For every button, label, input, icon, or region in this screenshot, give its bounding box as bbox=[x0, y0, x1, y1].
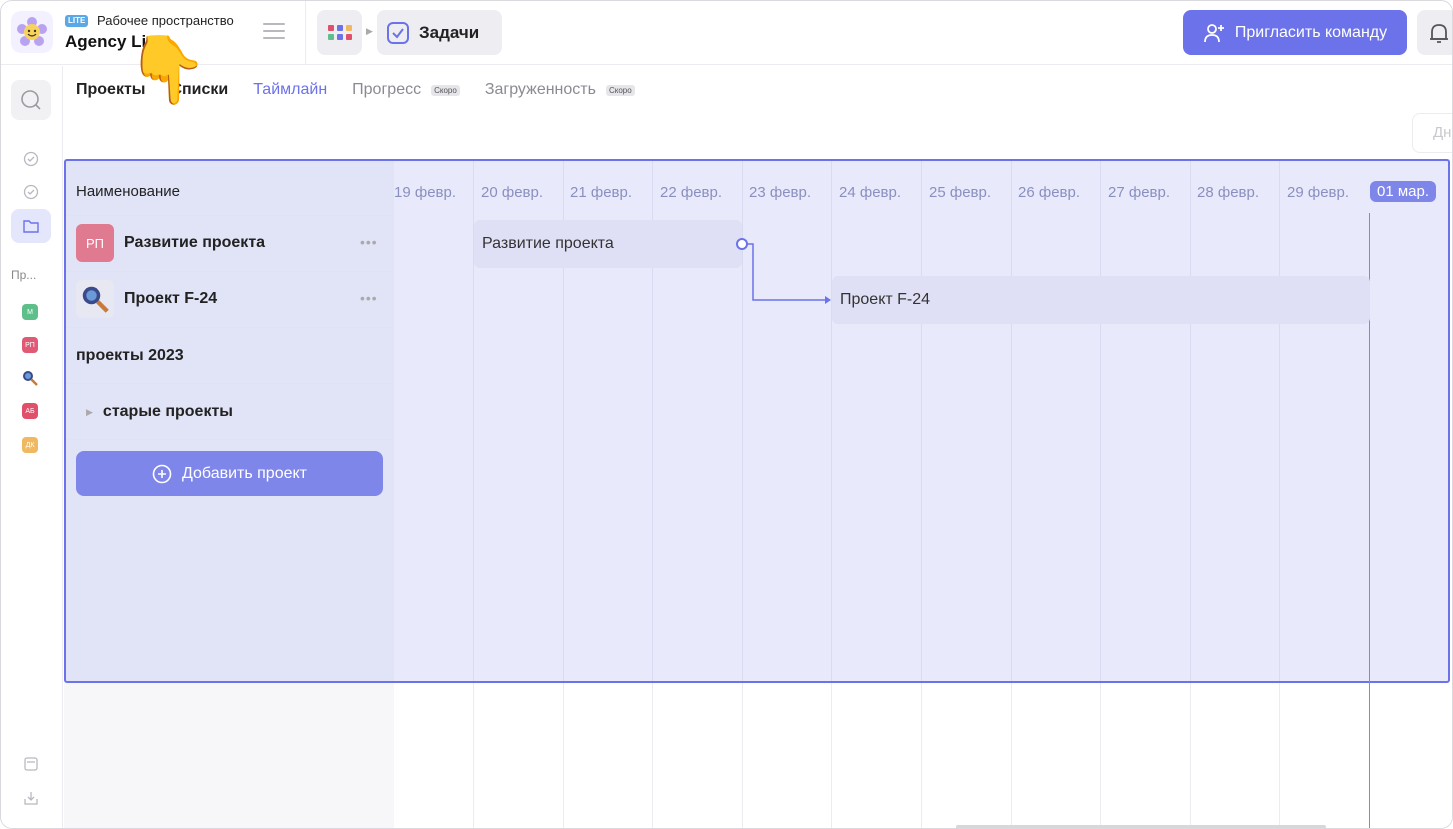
sidebar-project-rp[interactable]: РП bbox=[22, 337, 38, 353]
workspace-logo[interactable] bbox=[11, 11, 53, 53]
breadcrumb-arrow-icon: ▶ bbox=[366, 26, 373, 36]
check-square-icon bbox=[387, 21, 409, 44]
lite-badge: LITE bbox=[65, 15, 89, 27]
project-avatar: РП bbox=[76, 224, 114, 262]
date-header: 27 февр. bbox=[1108, 184, 1171, 201]
breadcrumb-tasks-label: Задачи bbox=[419, 22, 480, 42]
sidebar-project-f24[interactable] bbox=[22, 370, 38, 386]
scale-day-button[interactable]: Дн bbox=[1412, 113, 1452, 153]
project-row-label: Проект F-24 bbox=[124, 290, 218, 307]
add-project-label: Добавить проект bbox=[181, 464, 308, 482]
tab-progress[interactable]: Прогресс Скоро bbox=[352, 81, 460, 99]
header-divider bbox=[305, 1, 306, 65]
today-date-badge: 01 мар. bbox=[1370, 181, 1437, 202]
timeline-bar[interactable]: Развитие проекта bbox=[474, 220, 742, 268]
project-row[interactable]: РП Развитие проекта bbox=[76, 223, 265, 263]
search-icon bbox=[21, 90, 41, 110]
row-divider bbox=[66, 271, 394, 272]
breadcrumb-tasks[interactable]: Задачи bbox=[377, 10, 502, 55]
date-header: 28 февр. bbox=[1197, 184, 1260, 201]
expand-triangle-icon[interactable]: ▶ bbox=[86, 407, 93, 418]
app-window: LITE Рабочее пространство Agency Lite ▶ … bbox=[0, 0, 1453, 829]
bell-icon bbox=[1430, 23, 1448, 43]
soon-badge: Скоро bbox=[431, 84, 460, 96]
search-button[interactable] bbox=[11, 80, 51, 120]
date-header: 22 февр. bbox=[660, 184, 723, 201]
notifications-button[interactable] bbox=[1417, 10, 1452, 55]
date-header: 25 февр. bbox=[929, 184, 992, 201]
projects-folder-button[interactable] bbox=[11, 209, 51, 243]
pointing-hand-icon: 👇 bbox=[126, 32, 209, 106]
more-options-icon[interactable]: ••• bbox=[360, 290, 378, 306]
check-circle-icon[interactable] bbox=[23, 151, 39, 167]
date-header: 29 февр. bbox=[1287, 184, 1350, 201]
top-header: LITE Рабочее пространство Agency Lite ▶ … bbox=[1, 1, 1452, 65]
more-options-icon[interactable]: ••• bbox=[360, 234, 378, 250]
add-project-button[interactable]: Добавить проект bbox=[76, 451, 383, 496]
apps-grid-button[interactable] bbox=[317, 10, 362, 55]
tab-workload-label: Загруженность bbox=[484, 81, 596, 98]
invite-team-label: Пригласить команду bbox=[1234, 23, 1388, 41]
timeline-bar[interactable]: Проект F-24 bbox=[832, 276, 1370, 324]
apps-grid-icon bbox=[327, 24, 352, 40]
inbox-download-icon[interactable] bbox=[23, 790, 39, 806]
sidebar-project-ab[interactable]: АБ bbox=[22, 403, 38, 419]
magnifier-icon bbox=[76, 280, 114, 318]
date-header: 24 февр. bbox=[839, 184, 902, 201]
tab-progress-label: Прогресс bbox=[352, 81, 422, 98]
date-header: 23 февр. bbox=[749, 184, 812, 201]
date-header: 21 февр. bbox=[570, 184, 633, 201]
plus-circle-icon bbox=[152, 464, 172, 483]
tab-workload[interactable]: Загруженность Скоро bbox=[485, 81, 635, 99]
dependency-arrow bbox=[736, 238, 831, 304]
horizontal-scrollbar[interactable] bbox=[956, 825, 1326, 828]
soon-badge: Скоро bbox=[605, 84, 635, 96]
archive-icon[interactable] bbox=[23, 756, 39, 772]
magnifier-icon bbox=[23, 371, 38, 386]
project-row[interactable]: Проект F-24 bbox=[76, 279, 217, 319]
row-divider bbox=[66, 327, 394, 328]
folder-icon bbox=[23, 220, 39, 233]
group-label: проекты 2023 bbox=[76, 347, 184, 364]
row-divider bbox=[66, 383, 394, 384]
sidebar-section-label: Пр... bbox=[11, 268, 37, 282]
tab-timeline[interactable]: Таймлайн bbox=[253, 81, 327, 99]
row-divider bbox=[66, 215, 394, 216]
column-header-name: Наименование bbox=[76, 183, 180, 200]
sidebar-project-dk[interactable]: ДК bbox=[22, 437, 38, 453]
row-divider bbox=[66, 439, 394, 440]
date-header: 20 февр. bbox=[481, 184, 544, 201]
invite-team-button[interactable]: Пригласить команду bbox=[1183, 10, 1407, 55]
group-row[interactable]: проекты 2023 bbox=[76, 336, 184, 376]
workspace-label: Рабочее пространство bbox=[97, 13, 234, 28]
check-circle-icon[interactable] bbox=[23, 184, 39, 200]
left-sidebar: Пр... М РП АБ ДК bbox=[1, 66, 63, 828]
folder-label: старые проекты bbox=[102, 403, 233, 420]
project-row-label: Развитие проекта bbox=[124, 234, 266, 251]
hamburger-menu-icon[interactable] bbox=[263, 23, 285, 41]
folder-row[interactable]: ▶ старые проекты bbox=[76, 392, 233, 432]
sidebar-project-m[interactable]: М bbox=[22, 304, 38, 320]
date-header: 19 февр. bbox=[394, 184, 457, 201]
add-user-icon bbox=[1203, 23, 1224, 42]
date-header: 26 февр. bbox=[1018, 184, 1081, 201]
